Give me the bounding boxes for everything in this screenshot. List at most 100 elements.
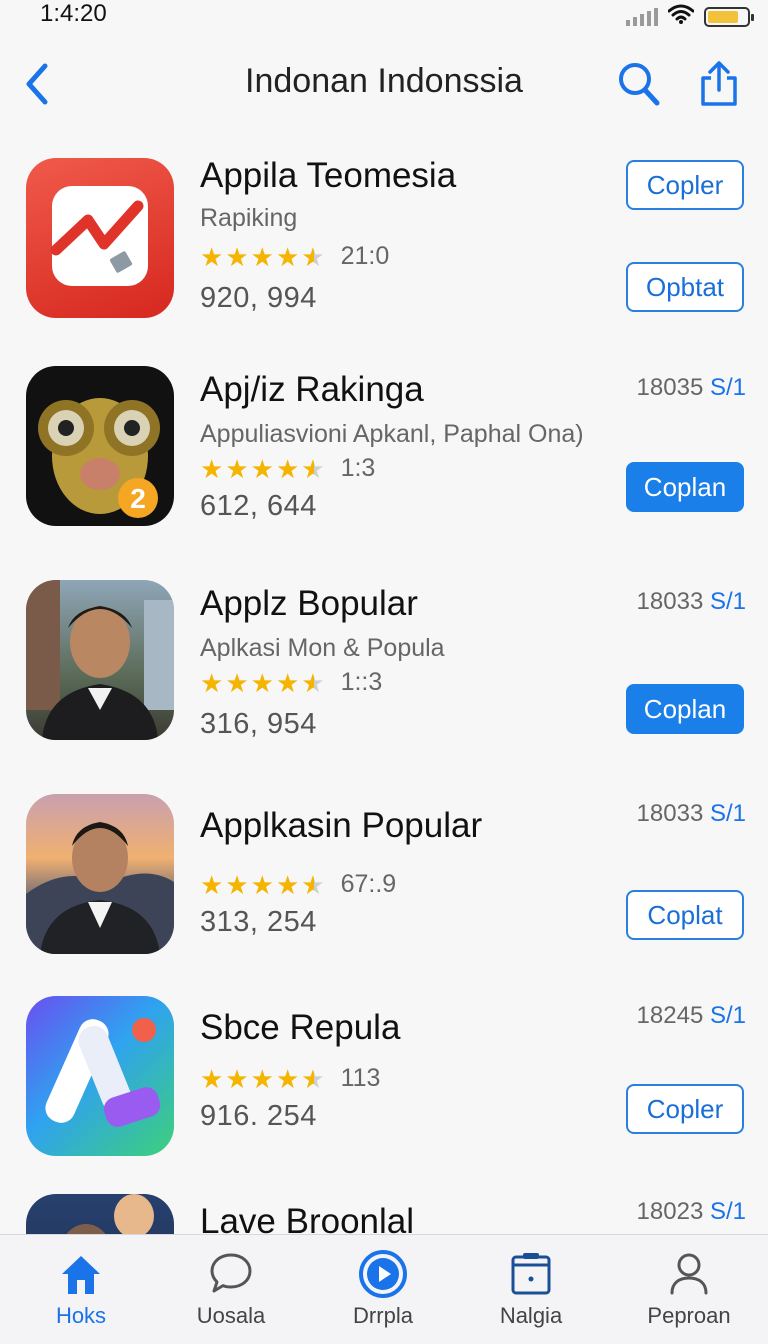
half-star-icon: ★ [301, 453, 325, 484]
search-button[interactable] [614, 58, 664, 110]
app-icon-abstract-a[interactable] [26, 996, 174, 1156]
star-rating: ★ ★ ★ ★ ★ 67:.9 [200, 870, 396, 899]
star-icon: ★ [225, 241, 249, 272]
app-size-unit: S/1 [709, 800, 746, 827]
star-icon: ★ [250, 453, 274, 484]
star-rating: ★ ★ ★ ★ ★ 21:0 [200, 242, 389, 271]
tab-folder[interactable]: Nalgia [466, 1249, 596, 1339]
app-size-unit: S/1 [709, 1198, 746, 1225]
app-size-value: 18245 [636, 1002, 704, 1029]
app-size-unit: S/1 [709, 1002, 746, 1029]
star-icon: ★ [200, 869, 224, 900]
tab-messages[interactable]: Uosala [166, 1249, 296, 1339]
half-star-icon: ★ [301, 667, 325, 698]
app-name: Apj/iz Rakinga [200, 370, 424, 409]
tab-bar: Hoks Uosala Drrpla Nalgia Peproan [0, 1234, 768, 1344]
get-button[interactable]: Copler [626, 160, 744, 210]
star-icon: ★ [250, 869, 274, 900]
person-icon [670, 1253, 708, 1295]
star-icon: ★ [200, 453, 224, 484]
app-size-value: 18023 [636, 1198, 704, 1225]
install-count: 313, 254 [200, 906, 317, 938]
app-icon-portrait-sunset[interactable] [26, 794, 174, 954]
list-item[interactable]: Applz Bopular Aplkasi Mon & Popula ★ ★ ★ ★ ★… [0, 580, 768, 780]
star-icon: ★ [225, 453, 249, 484]
star-icon: ★ [275, 869, 300, 900]
install-count: 920, 994 [200, 282, 317, 314]
tab-label: Hoks [55, 1303, 107, 1328]
tab-label: Drrpla [353, 1303, 413, 1328]
app-size-value: 18035 [636, 374, 704, 401]
star-icon: ★ [250, 241, 274, 272]
app-name: Applz Bopular [200, 584, 418, 623]
rating-count: 21:0 [340, 242, 390, 270]
signal-icon [626, 7, 658, 26]
tab-label: Peproan [647, 1303, 731, 1328]
list-item[interactable]: 2 Apj/iz Rakinga Appuliasvioni Apkanl, P… [0, 366, 768, 566]
half-star-icon: ★ [301, 241, 325, 272]
wifi-icon [667, 4, 695, 29]
tab-profile[interactable]: Peproan [624, 1249, 754, 1339]
star-icon: ★ [250, 1063, 274, 1094]
folder-icon [511, 1253, 551, 1295]
install-count: 612, 644 [200, 490, 317, 522]
star-icon: ★ [275, 1063, 300, 1094]
app-size: 18035 S/1 [637, 374, 746, 402]
app-icon-portrait-city[interactable] [26, 580, 174, 740]
list-item[interactable]: Sbce Repula ★ ★ ★ ★ ★ 113 916. 254 18245 S/1… [0, 996, 768, 1196]
star-icon: ★ [250, 667, 274, 698]
app-subtitle: Aplkasi Mon & Popula [200, 634, 445, 662]
tab-home[interactable]: Hoks [16, 1249, 146, 1339]
open-button[interactable]: Opbtat [626, 262, 744, 312]
status-time: 1:4:20 [40, 0, 107, 27]
install-count: 916. 254 [200, 1100, 317, 1132]
share-button[interactable] [694, 58, 744, 110]
battery-icon [704, 6, 754, 27]
tab-label: Nalgia [499, 1303, 563, 1328]
play-circle-icon [359, 1250, 407, 1298]
status-indicators [626, 4, 754, 29]
home-icon [62, 1256, 100, 1294]
app-size-value: 18033 [636, 588, 704, 615]
app-size: 18033 S/1 [637, 800, 746, 828]
rating-count: 1::3 [340, 668, 383, 696]
star-icon: ★ [225, 1063, 249, 1094]
app-name: Appila Teomesia [200, 156, 457, 195]
status-bar: 1:4:20 [0, 0, 768, 36]
get-button[interactable]: Coplan [626, 462, 744, 512]
rating-count: 67:.9 [340, 870, 397, 898]
install-count: 316, 954 [200, 708, 317, 740]
tab-play[interactable]: Drrpla [318, 1249, 448, 1339]
app-size-unit: S/1 [709, 374, 746, 401]
list-item[interactable]: Appila Teomesia Rapiking ★ ★ ★ ★ ★ 21:0 920,… [0, 148, 768, 348]
app-size: 18245 S/1 [637, 1002, 746, 1030]
half-star-icon: ★ [301, 869, 325, 900]
search-icon [619, 63, 660, 106]
app-name: Applkasin Popular [200, 806, 483, 845]
star-icon: ★ [275, 453, 300, 484]
app-subtitle: Appuliasvioni Apkanl, Paphal Ona) [200, 420, 584, 448]
svg-text:2: 2 [130, 483, 146, 514]
rating-count: 1:3 [340, 454, 376, 482]
get-button[interactable]: Coplan [626, 684, 744, 734]
get-button[interactable]: Coplat [626, 890, 744, 940]
star-icon: ★ [225, 869, 249, 900]
tab-label: Uosala [196, 1303, 266, 1328]
star-icon: ★ [275, 667, 300, 698]
star-icon: ★ [225, 667, 249, 698]
star-icon: ★ [200, 241, 224, 272]
star-rating: ★ ★ ★ ★ ★ 1:3 [200, 454, 375, 483]
list-item[interactable]: Applkasin Popular ★ ★ ★ ★ ★ 67:.9 313, 254 1… [0, 794, 768, 994]
half-star-icon: ★ [301, 1063, 325, 1094]
get-button[interactable]: Copler [626, 1084, 744, 1134]
app-name: Sbce Repula [200, 1008, 401, 1047]
app-subtitle: Rapiking [200, 204, 298, 232]
chat-bubble-icon [210, 1253, 252, 1293]
app-icon-trending[interactable] [26, 158, 174, 318]
rating-count: 113 [340, 1064, 381, 1092]
app-icon-goggles-mask[interactable]: 2 [26, 366, 174, 526]
star-rating: ★ ★ ★ ★ ★ 113 [200, 1064, 380, 1093]
star-rating: ★ ★ ★ ★ ★ 1::3 [200, 668, 382, 697]
app-size-unit: S/1 [709, 588, 746, 615]
star-icon: ★ [200, 1063, 224, 1094]
